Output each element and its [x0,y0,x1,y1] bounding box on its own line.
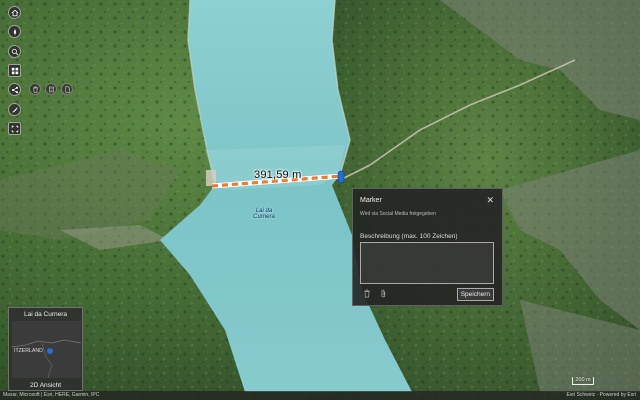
search-button[interactable] [8,45,21,58]
popup-subtitle: Wird via Social Media freigegeben [360,211,436,217]
compass-button[interactable] [8,25,21,38]
close-icon[interactable]: ✕ [486,196,494,205]
overview-title: Lai da Curnera [24,311,67,318]
satellite-map[interactable] [0,0,640,400]
compass-icon [13,28,16,35]
basemap-gallery-icon [11,67,18,74]
attachment-icon[interactable] [380,289,387,298]
fullscreen-icon [11,125,18,132]
description-label: Beschreibung (max. 100 Zeichen) [360,233,458,240]
overview-country-label: ITZERLAND [14,348,43,354]
document-icon [64,85,70,93]
marker-popup: Marker ✕ Wird via Social Media freigegeb… [352,188,503,306]
document-button[interactable] [61,83,73,95]
share-icon [11,86,18,93]
measure-button[interactable] [8,103,21,116]
search-icon [11,48,18,55]
trash-icon[interactable] [363,289,371,298]
measurement-label: 391,59 m [254,169,302,181]
attribution-bar: Maxar, Microsoft | Esri, HERE, Garmin, I… [0,391,640,400]
share-button[interactable] [8,83,21,96]
measure-icon [11,106,18,113]
attribution-powered-by[interactable]: Esri Schweiz · Powered by Esri [567,391,636,400]
overview-map[interactable]: Lai da Curnera ITZERLAND 2D Ansicht [8,307,83,391]
clear-measure-button[interactable] [29,83,41,95]
popup-title: Marker [360,197,382,204]
save-button[interactable]: Speichern [456,288,494,301]
home-icon [11,9,18,16]
fullscreen-button[interactable] [8,122,21,135]
attribution-sources: Maxar, Microsoft | Esri, HERE, Garmin, I… [3,392,100,398]
view-mode-toggle[interactable]: 2D Ansicht [9,382,82,389]
home-button[interactable] [8,6,21,19]
layer-button[interactable] [45,83,57,95]
marker-pin[interactable] [337,170,345,184]
overview-location-dot [47,348,53,354]
description-textarea[interactable] [360,242,494,284]
trash-icon [32,85,38,93]
overview-map-graphic[interactable]: ITZERLAND [12,321,81,378]
lake-label: Lai da Curnera [253,208,275,220]
layer-icon [48,86,54,92]
basemap-gallery-button[interactable] [8,64,21,77]
scale-bar: 200 m [572,377,594,385]
